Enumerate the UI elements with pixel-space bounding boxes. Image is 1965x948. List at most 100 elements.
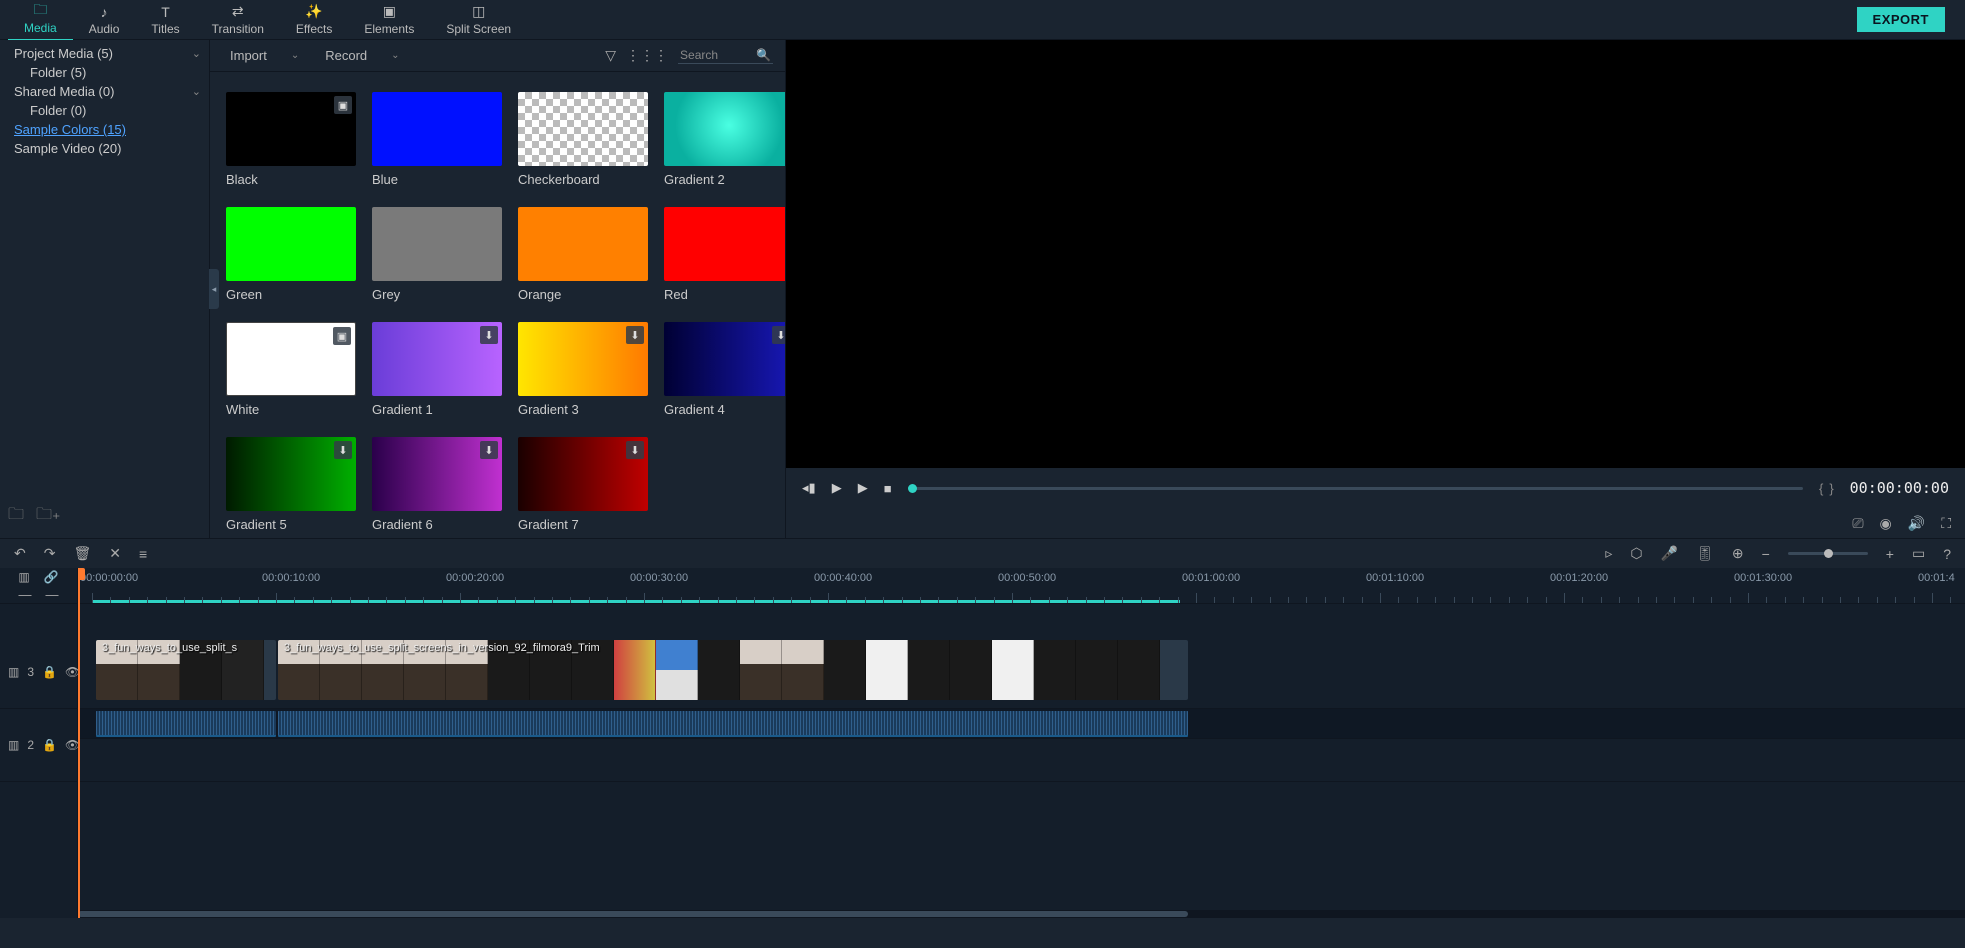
tab-audio[interactable]: ♪ Audio bbox=[73, 0, 136, 40]
link-icon[interactable]: 🔗 bbox=[44, 570, 59, 584]
timeline-ruler[interactable]: 00:00:00:00 00:00:10:00 00:00:20:00 00:0… bbox=[78, 568, 1965, 604]
audio-clip-2[interactable] bbox=[278, 711, 1188, 737]
chevron-down-icon[interactable]: ⌄ bbox=[192, 85, 201, 98]
add-icon[interactable]: ▣ bbox=[333, 327, 351, 345]
track-3-audio-lane[interactable] bbox=[78, 709, 1965, 739]
audio-clip-1[interactable] bbox=[96, 711, 276, 737]
download-icon[interactable]: ⬇ bbox=[626, 326, 644, 344]
stop-button[interactable]: ■ bbox=[884, 481, 892, 496]
tab-titles[interactable]: T Titles bbox=[135, 0, 195, 40]
download-icon[interactable]: ⬇ bbox=[480, 326, 498, 344]
tab-transition[interactable]: ⇄ Transition bbox=[196, 0, 280, 40]
redo-icon[interactable]: ↷ bbox=[44, 545, 56, 562]
swatch-gradient2[interactable]: Gradient 2 bbox=[664, 92, 785, 187]
swatch-gradient1[interactable]: ⬇ Gradient 1 bbox=[372, 322, 502, 417]
mark-out-icon[interactable]: } bbox=[1829, 481, 1833, 496]
preview-video[interactable] bbox=[786, 40, 1965, 468]
voiceover-icon[interactable]: 🎤 bbox=[1661, 545, 1678, 562]
track-options-icon[interactable]: ▥ bbox=[18, 570, 29, 584]
tab-media[interactable]: 🗀 Media bbox=[8, 0, 73, 41]
zoom-slider[interactable] bbox=[1788, 552, 1868, 555]
import-dropdown[interactable]: Import ⌄ bbox=[222, 46, 307, 65]
prev-frame-button[interactable]: ◂▮ bbox=[802, 480, 816, 496]
add-media-icon[interactable]: ⊕ bbox=[1732, 545, 1744, 562]
lock-icon[interactable]: 🔒 bbox=[42, 738, 57, 752]
tree-sample-colors[interactable]: Sample Colors (15) bbox=[0, 120, 209, 139]
scrubber-playhead[interactable] bbox=[908, 484, 917, 493]
export-button[interactable]: EXPORT bbox=[1857, 7, 1945, 32]
zoom-knob[interactable] bbox=[1824, 549, 1833, 558]
panel-collapse-handle[interactable]: ◂ bbox=[209, 269, 219, 309]
marker-icon[interactable]: ⬡ bbox=[1630, 545, 1642, 562]
quality-icon[interactable]: ⎚ bbox=[1852, 515, 1863, 532]
preview-controls: ◂▮ ▶ ▶ ■ { } 00:00:00:00 bbox=[786, 468, 1965, 508]
clip-2[interactable]: 3_fun_ways_to_use_split_screens_in_versi… bbox=[278, 640, 1188, 700]
chevron-down-icon[interactable]: ⌄ bbox=[192, 47, 201, 60]
volume-icon[interactable]: 🔊 bbox=[1908, 515, 1925, 532]
swatch-gradient3[interactable]: ⬇ Gradient 3 bbox=[518, 322, 648, 417]
tree-sample-video[interactable]: Sample Video (20) bbox=[0, 139, 209, 158]
track-3-lane[interactable]: 3_fun_ways_to_use_split_s 3_fun_ways_to_… bbox=[78, 636, 1965, 709]
swatch-gradient7[interactable]: ⬇ Gradient 7 bbox=[518, 437, 648, 532]
minus-icon[interactable]: — bbox=[19, 587, 32, 602]
scrollbar-thumb[interactable] bbox=[78, 911, 1188, 917]
fullscreen-icon[interactable]: ⛶ bbox=[1941, 515, 1951, 532]
tree-project-media[interactable]: Project Media (5) ⌄ bbox=[0, 44, 209, 63]
zoom-fit-icon[interactable]: ▭ bbox=[1912, 545, 1925, 562]
snapshot-icon[interactable]: ◉ bbox=[1880, 515, 1892, 532]
add-icon[interactable]: ▣ bbox=[334, 96, 352, 114]
track-2-lane[interactable] bbox=[78, 739, 1965, 782]
tree-project-media-folder[interactable]: Folder (5) bbox=[0, 63, 209, 82]
preview-scrubber[interactable] bbox=[908, 487, 1803, 490]
swatch-grey[interactable]: Grey bbox=[372, 207, 502, 302]
play-button[interactable]: ▶ bbox=[832, 480, 842, 496]
search-icon[interactable]: 🔍 bbox=[756, 48, 771, 62]
zoom-out-icon[interactable]: − bbox=[1762, 546, 1770, 562]
help-icon[interactable]: ? bbox=[1943, 546, 1951, 562]
delete-icon[interactable]: 🗑 bbox=[73, 545, 91, 562]
zoom-in-icon[interactable]: + bbox=[1886, 546, 1894, 562]
download-icon[interactable]: ⬇ bbox=[772, 326, 785, 344]
mark-in-icon[interactable]: { bbox=[1819, 481, 1823, 496]
timeline-body[interactable]: 00:00:00:00 00:00:10:00 00:00:20:00 00:0… bbox=[78, 568, 1965, 918]
record-dropdown[interactable]: Record ⌄ bbox=[317, 46, 407, 65]
filter-icon[interactable]: ▽ bbox=[605, 47, 616, 64]
track-2-header[interactable]: ▥ 2 🔒 👁 bbox=[0, 709, 77, 782]
swatch-orange[interactable]: Orange bbox=[518, 207, 648, 302]
swatch-red[interactable]: Red bbox=[664, 207, 785, 302]
tab-split-screen[interactable]: ◫ Split Screen bbox=[430, 0, 527, 40]
tab-elements[interactable]: ▣ Elements bbox=[348, 0, 430, 40]
swatch-label: Gradient 1 bbox=[372, 402, 502, 417]
swatch-gradient6[interactable]: ⬇ Gradient 6 bbox=[372, 437, 502, 532]
top-tab-bar: 🗀 Media ♪ Audio T Titles ⇄ Transition ✨ … bbox=[0, 0, 1965, 40]
undo-icon[interactable]: ↶ bbox=[14, 545, 26, 562]
download-icon[interactable]: ⬇ bbox=[626, 441, 644, 459]
tree-shared-media[interactable]: Shared Media (0) ⌄ bbox=[0, 82, 209, 101]
swatch-blue[interactable]: Blue bbox=[372, 92, 502, 187]
grid-view-icon[interactable]: ⋮⋮⋮ bbox=[626, 47, 668, 64]
new-folder-icon[interactable]: 🗀 bbox=[8, 503, 24, 530]
split-icon[interactable]: ✕ bbox=[109, 545, 121, 562]
download-icon[interactable]: ⬇ bbox=[480, 441, 498, 459]
next-frame-button[interactable]: ▶ bbox=[858, 480, 868, 496]
track-3-header[interactable]: ▥ 3 🔒 👁 bbox=[0, 636, 77, 709]
clip-1[interactable]: 3_fun_ways_to_use_split_s bbox=[96, 640, 276, 700]
render-icon[interactable]: ▹ bbox=[1605, 545, 1612, 562]
download-icon[interactable]: ⬇ bbox=[334, 441, 352, 459]
swatch-white[interactable]: ▣ White bbox=[226, 322, 356, 417]
playhead[interactable] bbox=[78, 568, 80, 918]
swatch-checkerboard[interactable]: Checkerboard bbox=[518, 92, 648, 187]
new-folder-plus-icon[interactable]: 🗀₊ bbox=[36, 503, 60, 530]
tab-effects[interactable]: ✨ Effects bbox=[280, 0, 348, 40]
search-input[interactable] bbox=[680, 48, 750, 62]
crop-icon[interactable]: ≡ bbox=[139, 546, 147, 562]
minus-icon[interactable]: — bbox=[46, 587, 59, 602]
swatch-gradient4[interactable]: ⬇ Gradient 4 bbox=[664, 322, 785, 417]
audio-mixer-icon[interactable]: 🎚 bbox=[1696, 545, 1714, 562]
lock-icon[interactable]: 🔒 bbox=[42, 665, 57, 679]
tree-shared-media-folder[interactable]: Folder (0) bbox=[0, 101, 209, 120]
swatch-gradient5[interactable]: ⬇ Gradient 5 bbox=[226, 437, 356, 532]
swatch-green[interactable]: Green bbox=[226, 207, 356, 302]
swatch-black[interactable]: ▣ Black bbox=[226, 92, 356, 187]
timeline-scrollbar[interactable] bbox=[78, 910, 1965, 918]
